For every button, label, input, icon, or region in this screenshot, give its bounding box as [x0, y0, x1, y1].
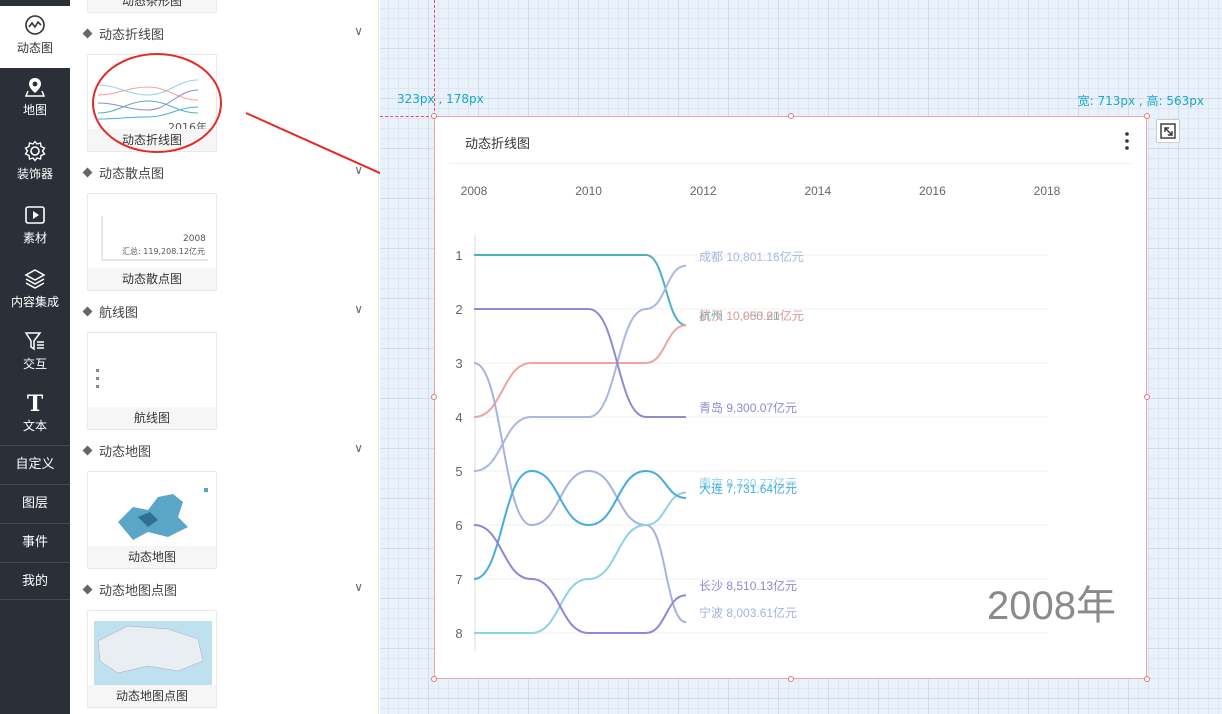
- y-tick-label: 7: [455, 572, 462, 587]
- nav-item-map[interactable]: 地图: [0, 76, 70, 132]
- guide-line-horizontal: [380, 116, 434, 117]
- nav-label: 内容集成: [10, 295, 59, 309]
- y-tick-label: 4: [455, 410, 462, 425]
- card-thumbnail-route: [96, 369, 99, 388]
- card-caption: 航线图: [88, 407, 216, 429]
- component-card-dynamic-line[interactable]: 2016年 动态折线图: [87, 54, 217, 152]
- component-card-dynamic-map[interactable]: 动态地图: [87, 471, 217, 569]
- left-nav: 动态图 地图 装饰器 素材 内容集成 交互 T 文本 自定义 图层 事件 我的: [0, 0, 70, 714]
- card-thumbnail-map-point: [94, 621, 212, 687]
- chevron-down-icon[interactable]: ∨: [354, 580, 363, 594]
- nav-label: 地图: [22, 103, 47, 117]
- component-card-route[interactable]: 航线图: [87, 332, 217, 430]
- series-end-label: 青岛 9,300.07亿元: [699, 400, 797, 415]
- year-watermark: 2008年: [987, 584, 1116, 628]
- svg-text:T: T: [27, 392, 44, 414]
- dynamic-chart-icon: [25, 15, 45, 35]
- section-title: 动态地图: [99, 445, 152, 460]
- resize-button[interactable]: [1156, 119, 1180, 143]
- y-tick-label: 5: [455, 464, 462, 479]
- nav-item-mine[interactable]: 我的: [0, 562, 70, 600]
- section-header-dynamic-line[interactable]: 动态折线图 ∨: [82, 24, 369, 46]
- section-title: 动态折线图: [99, 28, 165, 43]
- diamond-icon: [82, 167, 93, 178]
- size-readout: 宽: 713px , 高: 563px: [1077, 94, 1204, 108]
- nav-label: 交互: [22, 357, 47, 371]
- series-end-label: 武汉 10,905.60亿元: [699, 308, 804, 323]
- nav-label: 动态图: [16, 41, 53, 55]
- diamond-icon: [82, 445, 93, 456]
- x-tick-label: 2008: [461, 184, 488, 198]
- nav-item-dynamic-chart[interactable]: 动态图: [0, 6, 70, 68]
- card-caption: 动态地图点图: [88, 685, 216, 707]
- y-tick-label: 2: [455, 302, 462, 317]
- x-tick-label: 2012: [690, 184, 717, 198]
- section-header-dynamic-map[interactable]: 动态地图 ∨: [82, 441, 369, 463]
- x-tick-label: 2014: [804, 184, 831, 198]
- card-overlay-total: 汇总: 119,208.12亿元: [122, 247, 206, 256]
- design-canvas[interactable]: 323px , 178px 宽: 713px , 高: 563px 动态折线图 …: [380, 0, 1222, 714]
- section-title: 动态地图点图: [99, 584, 178, 599]
- y-tick-label: 3: [455, 356, 462, 371]
- card-caption: 动态散点图: [88, 268, 216, 290]
- nav-item-events[interactable]: 事件: [0, 523, 70, 561]
- section-title: 航线图: [99, 306, 139, 321]
- text-icon: T: [27, 392, 44, 414]
- chevron-down-icon[interactable]: ∨: [354, 302, 363, 316]
- gear-icon: [24, 140, 46, 162]
- card-caption: 动态折线图: [88, 129, 216, 151]
- nav-label: 文本: [22, 419, 47, 433]
- nav-item-layers[interactable]: 图层: [0, 484, 70, 522]
- layers-icon: [24, 269, 46, 289]
- nav-item-material[interactable]: 素材: [0, 204, 70, 260]
- card-overlay-year: 2008: [183, 234, 206, 244]
- series-line-杭州: [474, 254, 687, 327]
- y-tick-label: 6: [455, 518, 462, 533]
- x-tick-label: 2018: [1034, 184, 1061, 198]
- x-tick-label: 2016: [919, 184, 946, 198]
- section-header-dynamic-map-point[interactable]: 动态地图点图 ∨: [82, 580, 369, 602]
- nav-item-decorator[interactable]: 装饰器: [0, 140, 70, 196]
- card-caption: 动态地图: [88, 546, 216, 568]
- series-end-label: 成都 10,801.16亿元: [699, 249, 804, 264]
- diamond-icon: [82, 28, 93, 39]
- section-title: 动态散点图: [99, 167, 165, 182]
- nav-item-interaction[interactable]: 交互: [0, 330, 70, 386]
- position-readout: 323px , 178px: [397, 92, 484, 106]
- resize-icon: [1160, 123, 1176, 139]
- series-end-label: 长沙 8,510.13亿元: [699, 578, 797, 593]
- component-card-dynamic-map-point[interactable]: 动态地图点图: [87, 610, 217, 708]
- chevron-down-icon[interactable]: ∨: [354, 24, 363, 38]
- chevron-down-icon[interactable]: ∨: [354, 441, 363, 455]
- play-icon: [25, 206, 45, 224]
- series-end-label: 大连 7,731.64亿元: [699, 481, 797, 496]
- series-line-武汉: [473, 324, 687, 418]
- nav-item-custom[interactable]: 自定义: [0, 445, 70, 483]
- series-line-成都: [473, 264, 687, 472]
- filter-icon: [24, 332, 44, 351]
- y-tick-label: 1: [455, 248, 462, 263]
- map-pin-icon: [24, 78, 46, 97]
- card-caption: 动态条形图: [88, 0, 216, 12]
- diamond-icon: [82, 584, 93, 595]
- diamond-icon: [82, 306, 93, 317]
- component-card-dynamic-scatter[interactable]: 2008 汇总: 119,208.12亿元 动态散点图: [87, 193, 217, 291]
- nav-label: 素材: [22, 231, 47, 245]
- chart-widget[interactable]: 动态折线图 2008 2010 2012 2014 2016 2018 1 2 3 4 5 6 7 8 杭州…: [431, 113, 1150, 682]
- section-header-route[interactable]: 航线图 ∨: [82, 302, 369, 324]
- nav-item-text[interactable]: T 文本: [0, 392, 70, 444]
- component-card-dynamic-bar[interactable]: 动态条形图: [87, 0, 217, 13]
- nav-item-content-integration[interactable]: 内容集成: [0, 268, 70, 324]
- x-tick-label: 2010: [575, 184, 602, 198]
- nav-label: 装饰器: [16, 167, 53, 181]
- y-tick-label: 8: [455, 626, 462, 641]
- card-thumbnail-map: [118, 488, 208, 540]
- series-end-label: 宁波 8,003.61亿元: [699, 605, 797, 620]
- card-thumbnail-scatter: [101, 216, 208, 261]
- series-line-宁波: [473, 362, 687, 624]
